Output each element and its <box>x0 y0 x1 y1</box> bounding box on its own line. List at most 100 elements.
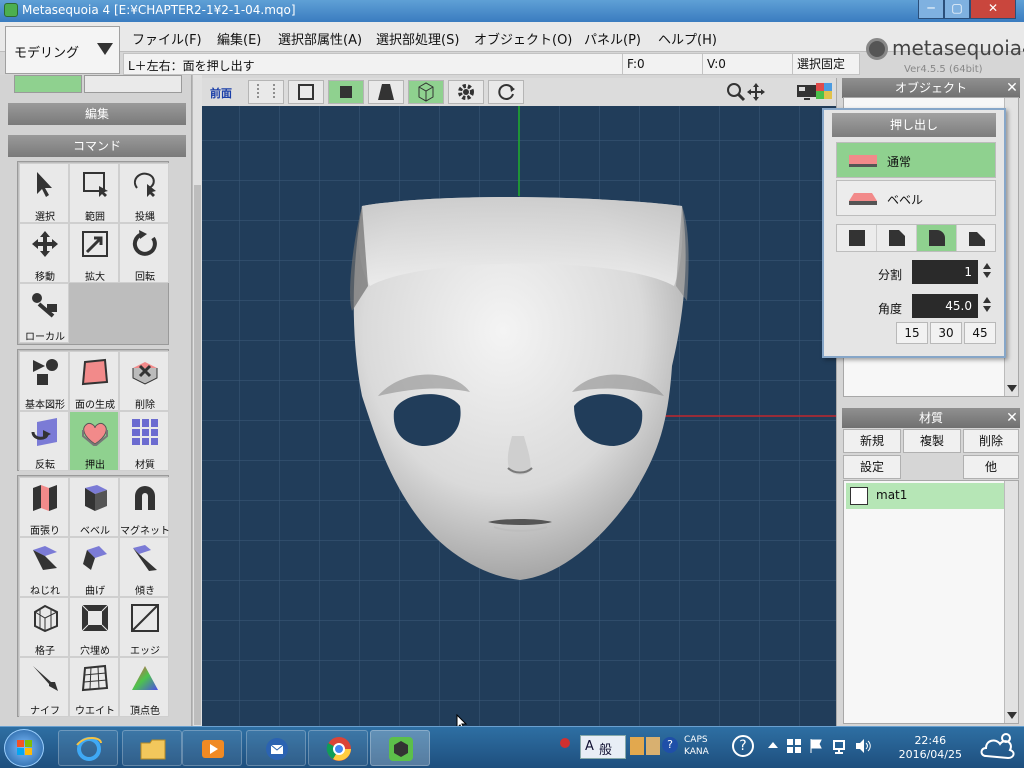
angle-preset-45[interactable]: 45 <box>964 322 996 344</box>
tab-stub-right[interactable] <box>84 75 182 93</box>
mode-select[interactable]: モデリング <box>5 26 120 74</box>
tool-extrude[interactable]: 押出 <box>69 411 119 471</box>
command-section-header[interactable]: コマンド <box>8 135 186 157</box>
tool-face-fill[interactable]: 面張り <box>19 477 69 537</box>
show-hidden-icons-icon[interactable] <box>768 742 778 748</box>
tool-weight[interactable]: ウエイト <box>69 657 119 717</box>
taskbar-chrome[interactable] <box>308 730 368 766</box>
menu-selection-attributes[interactable]: 選択部属性(A) <box>278 29 362 48</box>
tool-move[interactable]: 移動 <box>19 223 69 283</box>
stepper-up-icon[interactable] <box>983 297 991 303</box>
scroll-down-icon[interactable] <box>1007 712 1017 719</box>
stepper-down-icon[interactable] <box>983 272 991 278</box>
material-panel-close-icon[interactable]: ✕ <box>1004 410 1020 426</box>
taskbar-thunderbird[interactable] <box>246 730 306 766</box>
extrude-bevel-option[interactable]: ベベル <box>836 180 996 216</box>
taskbar-explorer[interactable] <box>122 730 182 766</box>
ime-help-icon[interactable]: ? <box>662 737 678 753</box>
view-refresh-button[interactable] <box>488 80 524 104</box>
tool-primitive[interactable]: 基本図形 <box>19 351 69 411</box>
tool-magnet[interactable]: マグネット <box>119 477 170 537</box>
shape-square-button[interactable] <box>837 225 877 251</box>
taskbar-media-player[interactable] <box>182 730 242 766</box>
object-list-scrollbar[interactable] <box>1004 98 1018 396</box>
start-button[interactable] <box>4 729 44 767</box>
tab-stub-left[interactable] <box>14 75 82 93</box>
tool-lattice[interactable]: 格子 <box>19 597 69 657</box>
tool-range[interactable]: 範囲 <box>69 163 119 223</box>
network-icon[interactable] <box>832 738 848 754</box>
tool-scale[interactable]: 拡大 <box>69 223 119 283</box>
tool-lasso[interactable]: 投縄 <box>119 163 169 223</box>
maximize-button[interactable]: ▢ <box>944 0 970 19</box>
view-object-toggle[interactable] <box>408 80 444 104</box>
weather-cloud-icon[interactable] <box>980 730 1016 762</box>
tool-rotate[interactable]: 回転 <box>119 223 169 283</box>
material-settings-button[interactable]: 設定 <box>843 455 901 479</box>
angle-stepper[interactable] <box>980 294 994 318</box>
tool-local[interactable]: ローカル <box>19 283 69 343</box>
list-item[interactable]: mat1 <box>846 483 1004 509</box>
view-settings-button[interactable] <box>448 80 484 104</box>
view-front-label[interactable]: 前面 <box>210 85 232 101</box>
minimize-button[interactable]: ─ <box>918 0 944 19</box>
material-new-button[interactable]: 新規 <box>843 429 901 453</box>
scroll-down-icon[interactable] <box>1007 385 1017 392</box>
menu-object[interactable]: オブジェクト(O) <box>474 29 572 48</box>
help-icon[interactable]: ? <box>732 735 754 757</box>
action-center-icon[interactable] <box>786 738 802 754</box>
tool-tilt[interactable]: 傾き <box>119 537 169 597</box>
notification-dot-icon[interactable] <box>560 738 570 748</box>
select-lock-button[interactable]: 選択固定 <box>792 54 860 74</box>
shape-step-button[interactable] <box>957 225 997 251</box>
angle-preset-15[interactable]: 15 <box>896 322 928 344</box>
shape-chamfer-button[interactable] <box>877 225 917 251</box>
view-bevel-toggle[interactable] <box>368 80 404 104</box>
view-face-toggle[interactable] <box>328 80 364 104</box>
color-palette-icon[interactable] <box>816 83 832 99</box>
extrude-normal-option[interactable]: 通常 <box>836 142 996 178</box>
scrollbar-thumb[interactable] <box>194 185 201 725</box>
tool-select[interactable]: 選択 <box>19 163 69 223</box>
divisions-field[interactable]: 1 <box>912 260 978 284</box>
tool-bend[interactable]: 曲げ <box>69 537 119 597</box>
ime-tools-icon[interactable] <box>646 737 660 755</box>
shape-round-button[interactable] <box>917 225 957 251</box>
material-delete-button[interactable]: 削除 <box>963 429 1019 453</box>
viewport-canvas[interactable] <box>202 106 836 726</box>
tool-twist[interactable]: ねじれ <box>19 537 69 597</box>
material-panel-title[interactable]: 材質 <box>842 408 1020 428</box>
tool-bevel[interactable]: ベベル <box>69 477 119 537</box>
angle-field[interactable]: 45.0 <box>912 294 978 318</box>
tool-create-face[interactable]: 面の生成 <box>69 351 119 411</box>
zoom-icon[interactable] <box>726 82 746 102</box>
pan-icon[interactable] <box>746 82 766 102</box>
stepper-down-icon[interactable] <box>983 306 991 312</box>
tool-delete[interactable]: 削除 <box>119 351 169 411</box>
clock[interactable]: 22:46 2016/04/25 <box>899 734 962 762</box>
ime-dictionary-icon[interactable] <box>630 737 644 755</box>
3d-viewport[interactable] <box>202 106 836 726</box>
object-panel-close-icon[interactable]: ✕ <box>1004 80 1020 96</box>
material-other-button[interactable]: 他 <box>963 455 1019 479</box>
menu-edit[interactable]: 編集(E) <box>217 29 261 48</box>
view-wire-toggle[interactable] <box>288 80 324 104</box>
tool-knife[interactable]: ナイフ <box>19 657 69 717</box>
menu-help[interactable]: ヘルプ(H) <box>658 29 717 48</box>
material-list[interactable]: mat1 <box>843 480 1019 724</box>
menu-panel[interactable]: パネル(P) <box>584 29 641 48</box>
tool-fill-hole[interactable]: 穴埋め <box>69 597 119 657</box>
material-list-scrollbar[interactable] <box>1004 481 1018 723</box>
tool-material[interactable]: 材質 <box>119 411 169 471</box>
tool-vertex-color[interactable]: 頂点色 <box>119 657 169 717</box>
divisions-stepper[interactable] <box>980 260 994 284</box>
flag-icon[interactable] <box>808 738 824 754</box>
tool-edge[interactable]: エッジ <box>119 597 169 657</box>
stepper-up-icon[interactable] <box>983 263 991 269</box>
object-panel-title[interactable]: オブジェクト <box>842 78 1020 98</box>
taskbar-ie[interactable] <box>58 730 118 766</box>
edit-section-header[interactable]: 編集 <box>8 103 186 125</box>
material-swatch[interactable] <box>850 487 868 505</box>
view-vertex-toggle[interactable] <box>248 80 284 104</box>
tool-flip[interactable]: 反転 <box>19 411 69 471</box>
